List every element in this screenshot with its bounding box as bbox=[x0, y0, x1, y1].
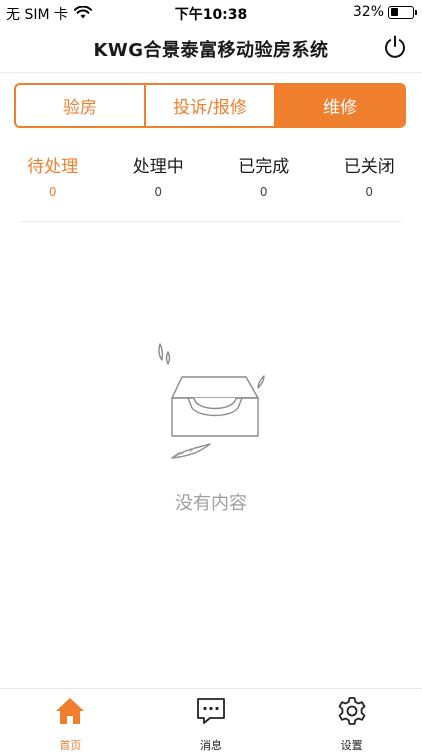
segment-label: 验房 bbox=[63, 93, 97, 118]
message-icon bbox=[195, 695, 227, 731]
status-tabs: 待处理 0 处理中 0 已完成 0 已关闭 0 bbox=[0, 152, 422, 199]
tab-home[interactable]: 首页 bbox=[0, 689, 141, 751]
tab-settings[interactable]: 设置 bbox=[281, 689, 422, 751]
segment-complaint-repair[interactable]: 投诉/报修 bbox=[146, 85, 276, 126]
status-tab-count: 0 bbox=[106, 185, 212, 199]
segment-maintenance[interactable]: 维修 bbox=[276, 85, 404, 126]
status-tab-label: 已关闭 bbox=[317, 152, 422, 177]
status-tab-label: 处理中 bbox=[106, 152, 212, 177]
tab-processing[interactable]: 处理中 0 bbox=[106, 152, 212, 199]
tab-pending[interactable]: 待处理 0 bbox=[0, 152, 106, 199]
segment-label: 维修 bbox=[323, 93, 357, 118]
status-tab-count: 0 bbox=[317, 185, 422, 199]
tab-label: 设置 bbox=[341, 737, 363, 753]
status-tab-label: 已完成 bbox=[211, 152, 317, 177]
navigation-bar: KWG合景泰富移动验房系统 bbox=[0, 24, 422, 73]
empty-state-text: 没有内容 bbox=[0, 489, 422, 515]
tab-label: 消息 bbox=[200, 737, 222, 753]
divider bbox=[20, 221, 402, 222]
battery-percent: 32% bbox=[353, 4, 384, 20]
tab-completed[interactable]: 已完成 0 bbox=[211, 152, 317, 199]
home-icon bbox=[54, 695, 86, 731]
segment-label: 投诉/报修 bbox=[173, 93, 247, 118]
tab-messages[interactable]: 消息 bbox=[141, 689, 282, 751]
empty-tray-icon bbox=[150, 338, 272, 462]
power-icon[interactable] bbox=[382, 34, 408, 60]
status-tab-count: 0 bbox=[0, 185, 106, 199]
category-segmented-control: 验房 投诉/报修 维修 bbox=[14, 83, 406, 128]
status-tab-count: 0 bbox=[211, 185, 317, 199]
status-tab-label: 待处理 bbox=[0, 152, 106, 177]
bottom-tab-bar: 首页 消息 设置 bbox=[0, 688, 422, 751]
segment-inspection[interactable]: 验房 bbox=[16, 85, 146, 126]
page-title: KWG合景泰富移动验房系统 bbox=[0, 36, 422, 62]
tab-label: 首页 bbox=[59, 737, 81, 753]
tab-closed[interactable]: 已关闭 0 bbox=[317, 152, 422, 199]
status-bar: 无 SIM 卡 下午10:38 32% bbox=[0, 0, 422, 24]
battery-icon bbox=[388, 6, 414, 19]
gear-icon bbox=[336, 695, 368, 731]
